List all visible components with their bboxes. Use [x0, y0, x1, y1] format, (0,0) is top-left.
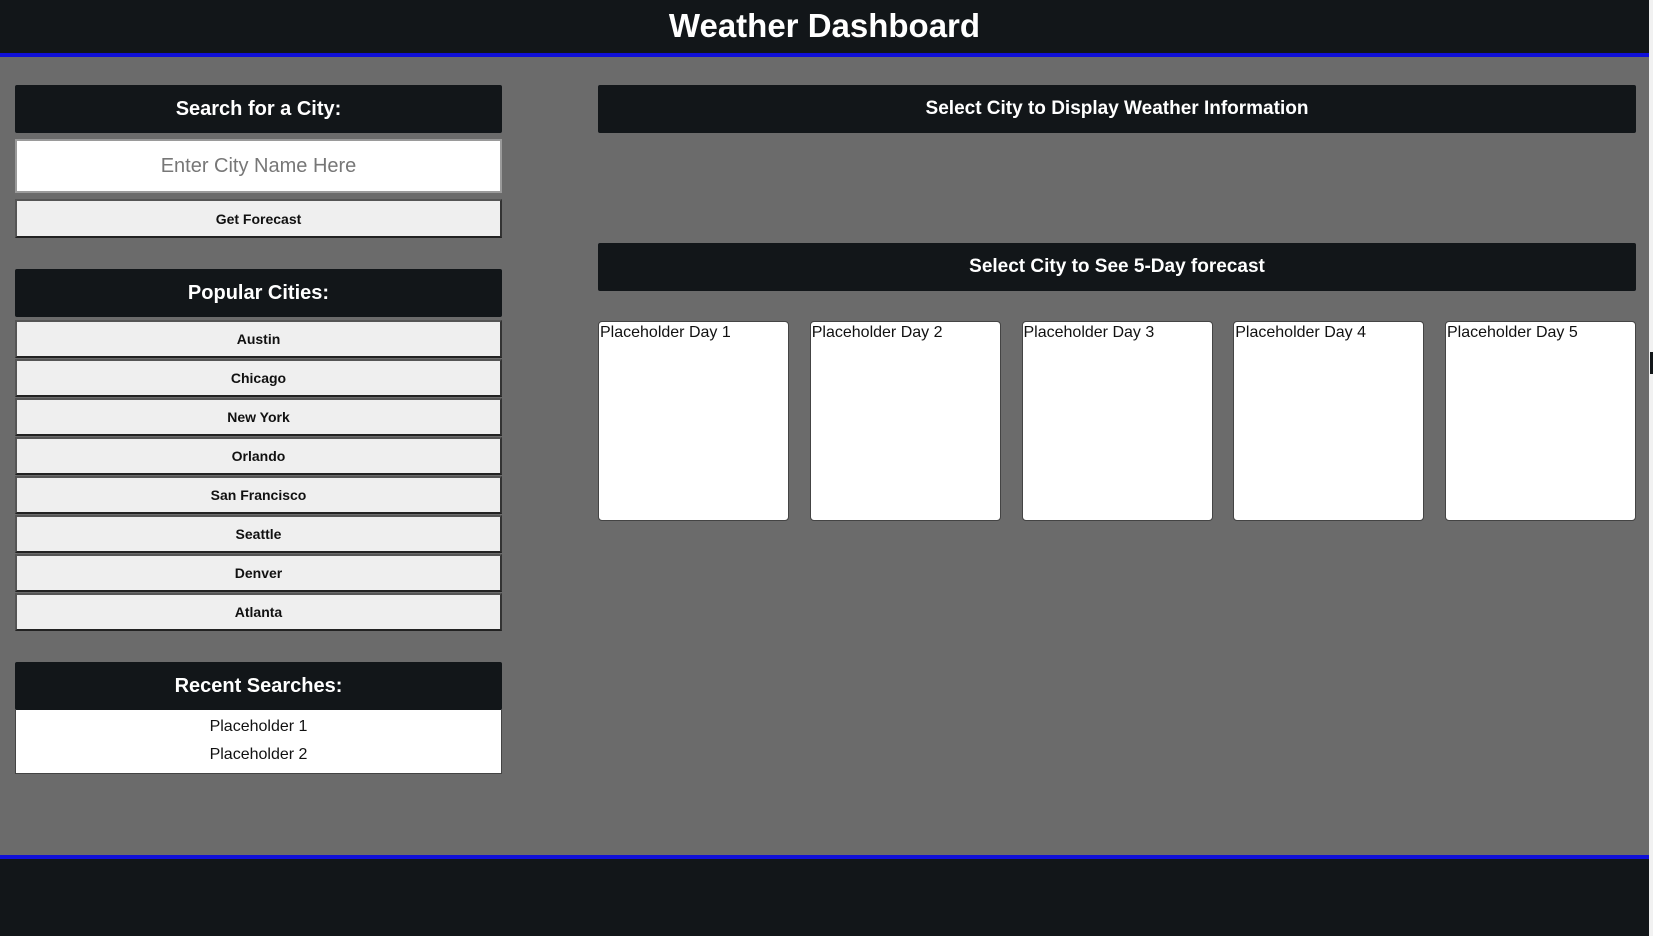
forecast-day-card: Placeholder Day 2: [809, 321, 1001, 521]
page-title: Weather Dashboard: [668, 6, 981, 44]
city-button-denver[interactable]: Denver: [15, 554, 502, 592]
city-button-orlando[interactable]: Orlando: [15, 437, 502, 475]
city-button-seattle[interactable]: Seattle: [15, 515, 502, 553]
city-button-chicago[interactable]: Chicago: [15, 359, 502, 397]
recent-searches-list: Placeholder 1 Placeholder 2: [15, 710, 502, 774]
forecast-heading: Select City to See 5-Day forecast: [598, 243, 1636, 291]
sidebar: Search for a City: Get Forecast Popular …: [15, 85, 502, 774]
recent-searches-section: Recent Searches: Placeholder 1 Placehold…: [15, 662, 502, 774]
city-button-san-francisco[interactable]: San Francisco: [15, 476, 502, 514]
scrollbar[interactable]: [1649, 0, 1653, 936]
page-footer: [0, 855, 1649, 936]
city-search-input[interactable]: [15, 139, 502, 193]
search-section: Search for a City: Get Forecast: [15, 85, 502, 238]
app-frame: Weather Dashboard Search for a City: Get…: [0, 0, 1653, 936]
current-weather-heading: Select City to Display Weather Informati…: [598, 85, 1636, 133]
city-button-new-york[interactable]: New York: [15, 398, 502, 436]
forecast-day-card: Placeholder Day 5: [1445, 321, 1636, 521]
popular-cities-heading: Popular Cities:: [15, 269, 502, 317]
recent-search-item[interactable]: Placeholder 2: [16, 741, 501, 769]
recent-search-item[interactable]: Placeholder 1: [16, 713, 501, 741]
forecast-cards: Placeholder Day 1 Placeholder Day 2 Plac…: [598, 321, 1636, 521]
popular-cities-section: Popular Cities: Austin Chicago New York …: [15, 269, 502, 631]
city-button-atlanta[interactable]: Atlanta: [15, 593, 502, 631]
get-forecast-button[interactable]: Get Forecast: [15, 199, 502, 238]
page-header: Weather Dashboard: [0, 0, 1649, 57]
recent-searches-heading: Recent Searches:: [15, 662, 502, 710]
main-content: Select City to Display Weather Informati…: [598, 85, 1636, 521]
forecast-day-card: Placeholder Day 3: [1021, 321, 1213, 521]
forecast-day-card: Placeholder Day 4: [1233, 321, 1425, 521]
popular-cities-list: Austin Chicago New York Orlando San Fran…: [15, 320, 502, 631]
search-heading: Search for a City:: [15, 85, 502, 133]
forecast-day-card: Placeholder Day 1: [598, 321, 789, 521]
city-button-austin[interactable]: Austin: [15, 320, 502, 358]
